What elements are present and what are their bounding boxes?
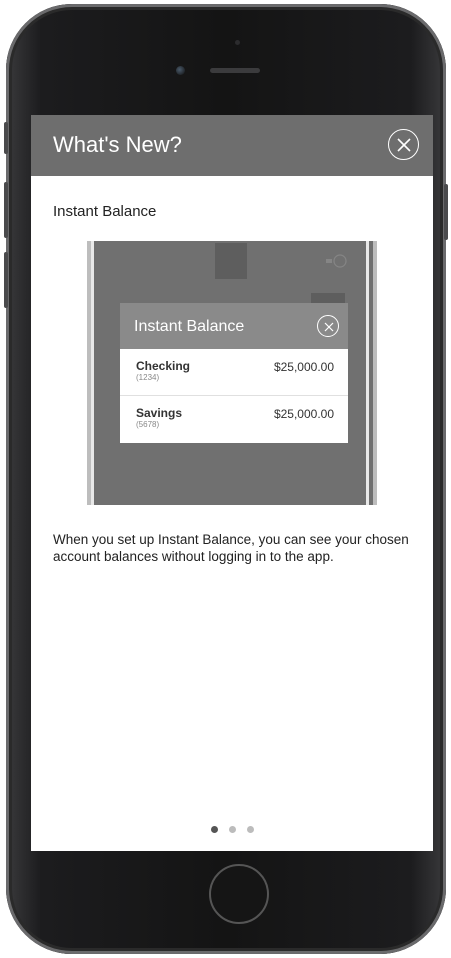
close-button[interactable] [388,129,419,160]
proximity-sensor [235,40,240,45]
instant-balance-popup: Instant Balance Checking (1234) $25,000.… [120,303,348,443]
account-name: Savings [136,406,183,420]
mute-switch [4,122,8,154]
volume-up-button [4,182,8,238]
feature-description: When you set up Instant Balance, you can… [53,532,409,564]
section-title: Instant Balance [53,203,157,220]
account-row-checking: Checking (1234) $25,000.00 [120,349,348,396]
front-camera [176,66,185,75]
close-icon [397,138,411,152]
power-button [444,184,448,240]
page-dot-1[interactable] [211,826,218,833]
account-name: Checking [136,359,191,373]
whats-new-header: What's New? [31,115,433,176]
preview-edge-left [91,241,94,505]
account-number: (5678) [136,420,160,429]
popup-close-icon [317,315,339,337]
popup-title: Instant Balance [134,318,245,335]
account-balance: $25,000.00 [273,360,334,374]
preview-edge-right [366,241,369,505]
account-balance: $25,000.00 [273,407,334,421]
popup-header: Instant Balance [120,303,348,349]
app-screen: What's New? Instant Balance Instant Bala… [31,115,433,851]
volume-down-button [4,252,8,308]
home-button[interactable] [209,864,269,924]
account-row-savings: Savings (5678) $25,000.00 [120,396,348,442]
account-number: (1234) [136,373,160,382]
instant-balance-preview-image: Instant Balance Checking (1234) $25,000.… [87,241,377,505]
page-title: What's New? [53,132,182,157]
page-dot-3[interactable] [247,826,254,833]
preview-bezel-right [373,241,377,505]
preview-dark-square [215,243,247,279]
page-indicator [211,826,259,834]
earpiece-speaker [210,68,260,73]
page-dot-2[interactable] [229,826,236,833]
preview-speaker-icon [326,254,347,268]
